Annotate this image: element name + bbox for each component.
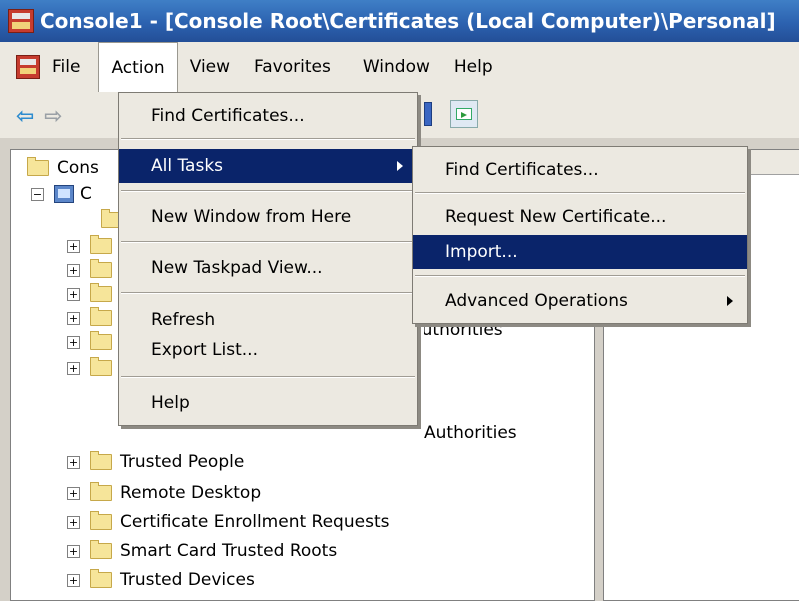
expand-icon[interactable]: +	[67, 263, 80, 277]
expand-icon[interactable]: +	[67, 239, 80, 253]
tree-node-smart-card-trusted-roots[interactable]: + Smart Card Trusted Roots	[67, 539, 337, 563]
menu-separator	[121, 376, 415, 378]
menu-item-find-certificates[interactable]: Find Certificates...	[119, 99, 417, 133]
tree-label-certificates: C	[80, 184, 92, 204]
menu-separator	[415, 192, 745, 194]
submenu-item-import[interactable]: Import...	[413, 235, 747, 269]
all-tasks-submenu: Find Certificates... Request New Certifi…	[412, 146, 748, 324]
computer-icon	[54, 185, 74, 203]
expand-icon[interactable]: +	[67, 573, 80, 587]
tree-label: Remote Desktop	[120, 483, 262, 503]
menu-item-refresh[interactable]: Refresh	[119, 303, 417, 337]
submenu-arrow-icon	[727, 296, 733, 306]
action-menu: Find Certificates... All Tasks New Windo…	[118, 92, 418, 426]
tree-label: Smart Card Trusted Roots	[120, 541, 338, 561]
menu-separator	[121, 138, 415, 140]
tree-node-row-5[interactable]: +	[67, 282, 120, 306]
tree-label: Trusted Devices	[120, 570, 255, 590]
folder-icon	[90, 540, 112, 559]
system-menu-icon[interactable]	[16, 55, 40, 79]
menu-file[interactable]: File	[52, 42, 92, 92]
menu-separator	[121, 190, 415, 192]
title-bar[interactable]: Console1 - [Console Root\Certificates (L…	[0, 0, 799, 42]
folder-icon	[90, 307, 112, 326]
menu-separator	[415, 275, 745, 277]
tree-label-root: Cons	[57, 158, 99, 178]
tree-node-row-8[interactable]: +	[67, 356, 120, 380]
submenu-item-request-new-certificate[interactable]: Request New Certificate...	[413, 200, 747, 234]
tree-label: Certificate Enrollment Requests	[120, 512, 390, 532]
mmc-console-icon	[8, 9, 34, 33]
expand-icon[interactable]: +	[67, 455, 80, 469]
menu-item-help[interactable]: Help	[119, 386, 417, 420]
tree-node-row-7[interactable]: +	[67, 330, 120, 354]
menu-favorites[interactable]: Favorites	[242, 42, 343, 92]
folder-icon	[90, 331, 112, 350]
submenu-item-find-certificates[interactable]: Find Certificates...	[413, 153, 747, 187]
expand-icon[interactable]: +	[67, 515, 80, 529]
collapse-icon[interactable]: −	[31, 187, 44, 201]
forward-arrow-icon[interactable]: ⇨	[44, 104, 62, 129]
menu-window[interactable]: Window	[343, 42, 442, 92]
submenu-item-advanced-operations[interactable]: Advanced Operations	[413, 284, 747, 318]
tree-node-row-4[interactable]: +	[67, 258, 120, 282]
back-arrow-icon[interactable]: ⇦	[16, 104, 34, 129]
expand-icon[interactable]: +	[67, 335, 80, 349]
window-title: Console1 - [Console Root\Certificates (L…	[40, 9, 776, 33]
menu-view[interactable]: View	[178, 42, 242, 92]
expand-icon[interactable]: +	[67, 287, 80, 301]
expand-icon[interactable]: +	[67, 544, 80, 558]
tree-label: Trusted People	[120, 452, 245, 472]
folder-icon	[27, 157, 49, 176]
folder-icon	[90, 235, 112, 254]
show-hide-tree-icon[interactable]	[424, 102, 432, 126]
tree-node-certificate-enrollment-requests[interactable]: + Certificate Enrollment Requests	[67, 510, 389, 534]
menu-item-all-tasks[interactable]: All Tasks	[119, 149, 417, 183]
menu-item-export-list[interactable]: Export List...	[119, 333, 417, 367]
tree-node-row-6[interactable]: +	[67, 306, 120, 330]
folder-icon	[90, 283, 112, 302]
expand-icon[interactable]: +	[67, 311, 80, 325]
tree-node-trusted-devices[interactable]: + Trusted Devices	[67, 568, 255, 592]
folder-icon	[90, 569, 112, 588]
tree-label-fragment-2: Authorities	[424, 423, 517, 443]
show-action-pane-icon[interactable]	[450, 100, 478, 128]
expand-icon[interactable]: +	[67, 486, 80, 500]
folder-icon	[90, 451, 112, 470]
menu-item-new-window[interactable]: New Window from Here	[119, 200, 417, 234]
tree-node-remote-desktop[interactable]: + Remote Desktop	[67, 481, 261, 505]
folder-icon	[90, 357, 112, 376]
folder-icon	[90, 511, 112, 530]
expand-icon[interactable]: +	[67, 361, 80, 375]
menu-separator	[121, 241, 415, 243]
menu-bar: File Action View Favorites Window Help	[0, 42, 799, 93]
tree-node-row-3[interactable]: +	[67, 234, 120, 258]
menu-action[interactable]: Action	[98, 42, 178, 92]
menu-item-new-taskpad[interactable]: New Taskpad View...	[119, 251, 417, 285]
tree-node-console-root[interactable]: Cons	[27, 156, 99, 180]
folder-icon	[90, 482, 112, 501]
tree-node-certificates[interactable]: − C	[31, 182, 92, 206]
folder-icon	[90, 259, 112, 278]
tree-node-trusted-people[interactable]: + Trusted People	[67, 450, 244, 474]
submenu-arrow-icon	[397, 161, 403, 171]
menu-help[interactable]: Help	[442, 42, 505, 92]
menu-separator	[121, 292, 415, 294]
